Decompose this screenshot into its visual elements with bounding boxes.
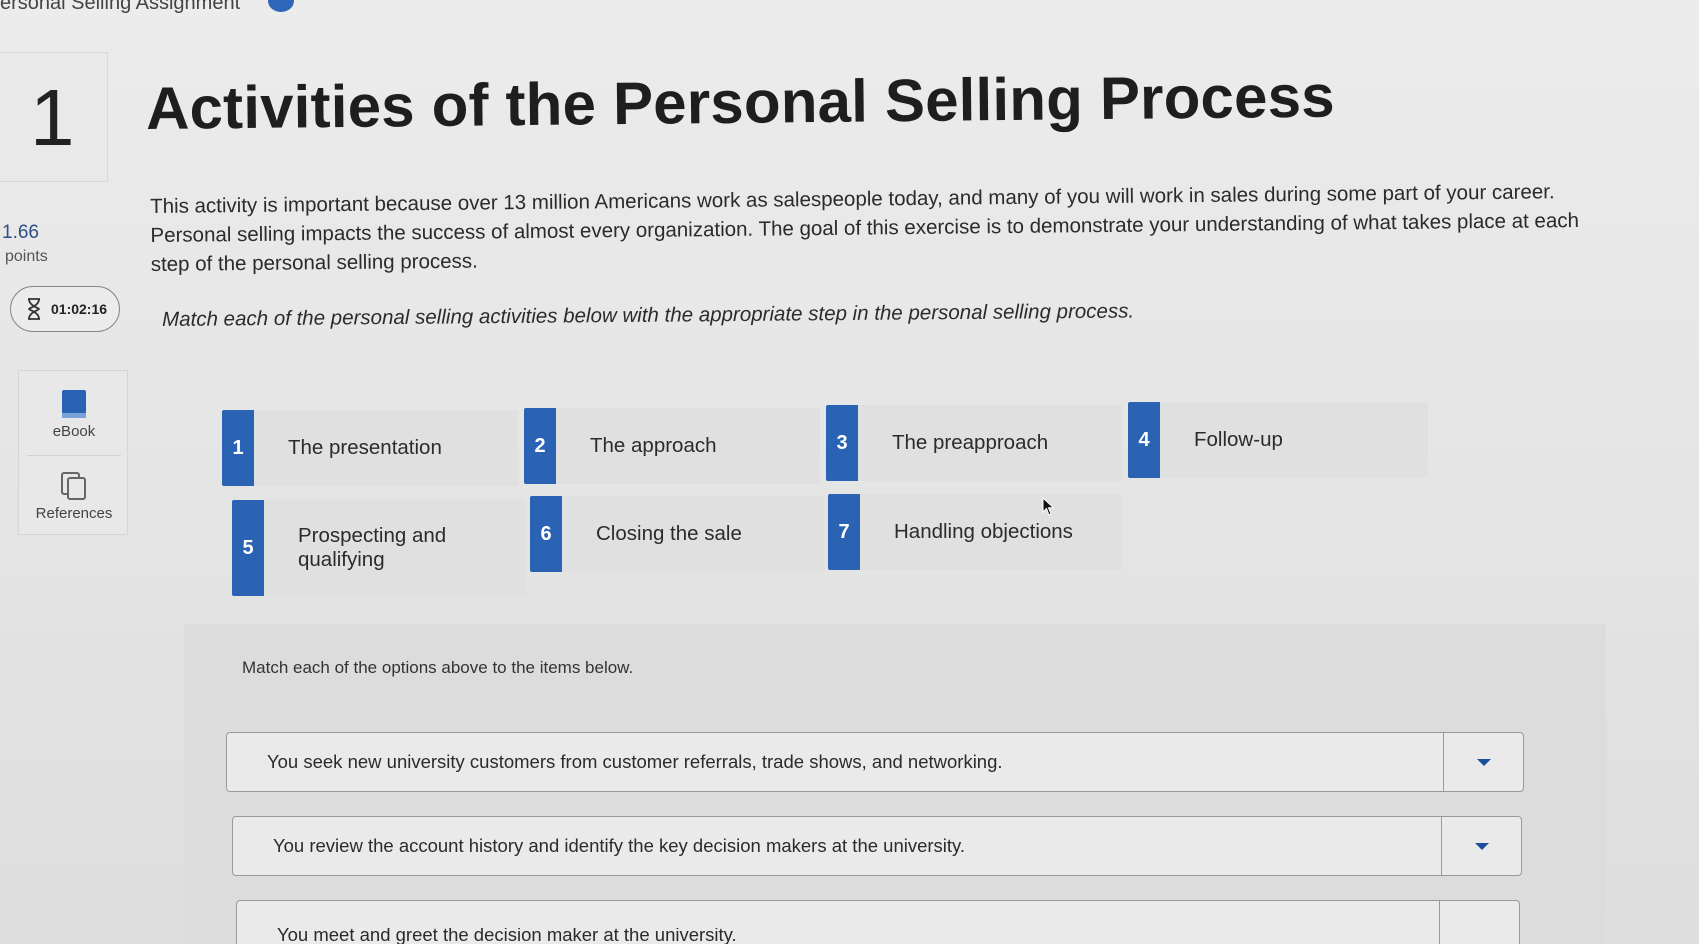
option-label: Follow-up xyxy=(1194,428,1283,451)
option-number: 6 xyxy=(530,496,562,572)
option-chip[interactable]: 5 Prospecting and qualifying xyxy=(232,500,526,596)
question-number: 1 xyxy=(30,73,75,162)
option-chip[interactable]: 7 Handling objections xyxy=(828,494,1122,570)
option-label: Closing the sale xyxy=(596,522,742,545)
hourglass-icon xyxy=(28,298,40,320)
dropdown-toggle[interactable] xyxy=(1439,901,1519,944)
option-label: The preapproach xyxy=(892,431,1049,454)
option-label: The presentation xyxy=(288,436,442,459)
match-dropdown[interactable]: You review the account history and ident… xyxy=(232,816,1522,876)
intro-paragraph: This activity is important because over … xyxy=(150,180,1580,276)
references-icon xyxy=(61,472,86,500)
tools-panel: eBook References xyxy=(18,370,128,535)
option-chip[interactable]: 6 Closing the sale xyxy=(530,496,824,572)
option-chip[interactable]: 1 The presentation xyxy=(222,410,518,486)
option-number: 4 xyxy=(1128,402,1160,478)
option-label: Handling objections xyxy=(894,520,1073,543)
instruction-text: Match each of the personal selling activ… xyxy=(162,299,1135,331)
option-number: 1 xyxy=(222,410,254,486)
tools-divider xyxy=(27,455,121,456)
option-number: 7 xyxy=(828,494,860,570)
option-number: 2 xyxy=(524,408,556,484)
references-button[interactable]: References xyxy=(19,471,129,522)
page-title: Activities of the Personal Selling Proce… xyxy=(145,62,1336,142)
match-dropdown[interactable]: You seek new university customers from c… xyxy=(226,732,1524,792)
match-item-text: You review the account history and ident… xyxy=(273,835,966,856)
dropdown-toggle[interactable] xyxy=(1441,817,1521,875)
timer-value: 01:02:16 xyxy=(51,301,108,317)
ebook-label: eBook xyxy=(52,423,96,440)
match-dropdown[interactable]: You meet and greet the decision maker at… xyxy=(236,900,1520,944)
ebook-icon xyxy=(62,390,86,418)
option-chip[interactable]: 2 The approach xyxy=(524,408,820,484)
chevron-down-icon xyxy=(1476,758,1491,766)
option-number: 3 xyxy=(826,405,858,481)
match-instruction: Match each of the options above to the i… xyxy=(242,658,634,677)
option-chip[interactable]: 3 The preapproach xyxy=(826,405,1122,481)
match-item-text: You seek new university customers from c… xyxy=(267,751,1003,772)
chevron-down-icon xyxy=(1474,842,1489,850)
dropdown-toggle[interactable] xyxy=(1443,733,1523,791)
points-value: 1.66 xyxy=(2,222,39,243)
option-number: 5 xyxy=(232,500,264,596)
timer[interactable]: 01:02:16 xyxy=(10,286,120,332)
ebook-button[interactable]: eBook xyxy=(19,389,129,440)
assignment-page: ersonal Selling Assignment 1 1.66 points… xyxy=(0,0,1699,944)
top-header-strip: ersonal Selling Assignment xyxy=(0,0,1699,22)
mouse-cursor-icon xyxy=(1042,497,1055,516)
points-label: points xyxy=(5,248,48,265)
option-chip[interactable]: 4 Follow-up xyxy=(1128,402,1428,478)
option-label: Prospecting and qualifying xyxy=(298,524,447,571)
info-icon[interactable] xyxy=(268,0,294,12)
match-item-text: You meet and greet the decision maker at… xyxy=(277,928,737,944)
option-label: The approach xyxy=(590,434,717,457)
references-label: References xyxy=(35,505,113,522)
assignment-title-crumb: ersonal Selling Assignment xyxy=(0,0,241,14)
